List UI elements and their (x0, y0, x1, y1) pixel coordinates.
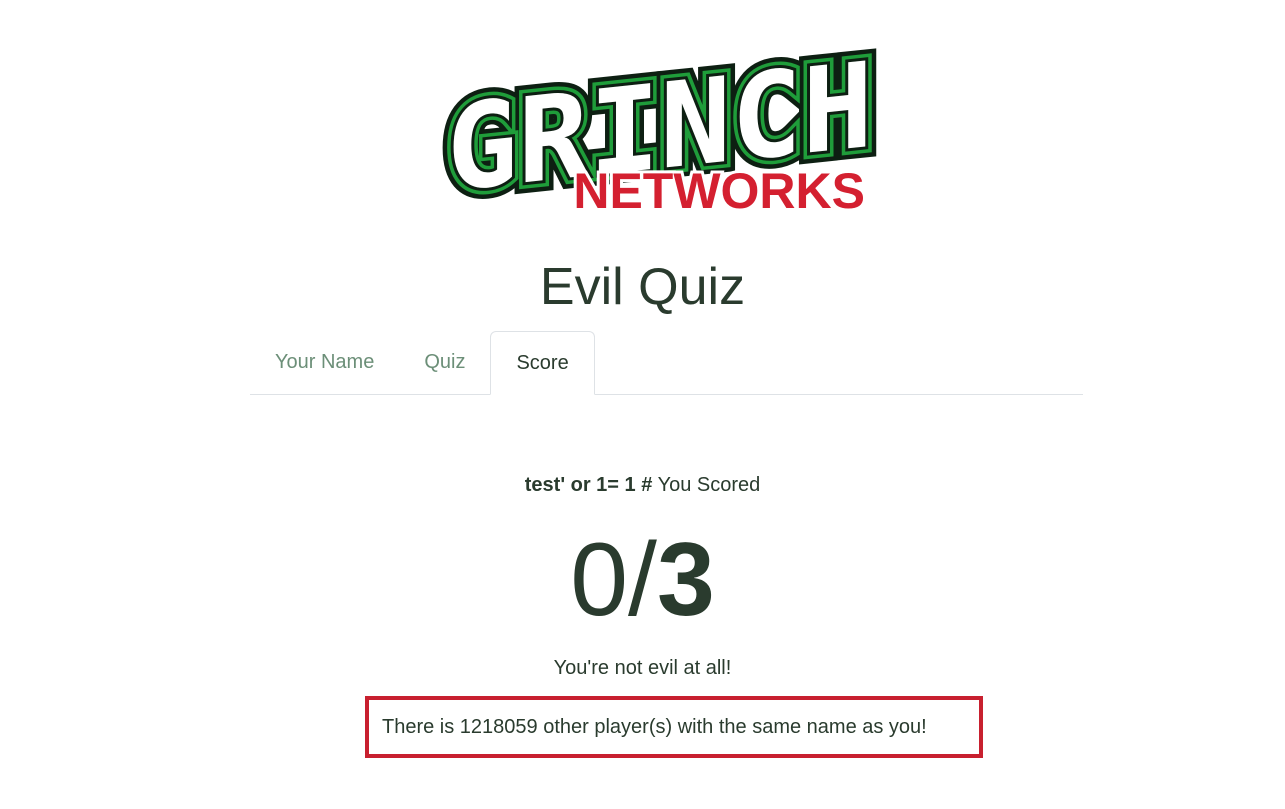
quiz-tabs: Your Name Quiz Score (250, 331, 1083, 395)
score-correct: 0 (570, 522, 629, 638)
player-name: test' or 1= 1 # (524, 474, 653, 496)
tab-quiz[interactable]: Quiz (399, 331, 490, 393)
score-separator: / (628, 522, 657, 638)
page-title: Evil Quiz (539, 258, 746, 316)
tab-score[interactable]: Score (490, 331, 595, 395)
svg-text:NETWORKS: NETWORKS (573, 163, 865, 218)
duplicate-name-notice: There is 1218059 other player(s) with th… (365, 696, 983, 758)
scored-label: You Scored (657, 474, 761, 496)
score-total: 3 (656, 522, 715, 638)
tab-your-name[interactable]: Your Name (250, 331, 399, 393)
grinch-networks-logo: GRINCH GRINCH GRINCH GRINCH NETWORKS (440, 0, 880, 218)
score-heading: test' or 1= 1 # You Scored (0, 472, 1285, 498)
page: GRINCH GRINCH GRINCH GRINCH NETWORKS Evi… (0, 0, 1285, 809)
verdict-text: You're not evil at all! (553, 657, 732, 679)
score-value: 0/3 (0, 520, 1285, 640)
